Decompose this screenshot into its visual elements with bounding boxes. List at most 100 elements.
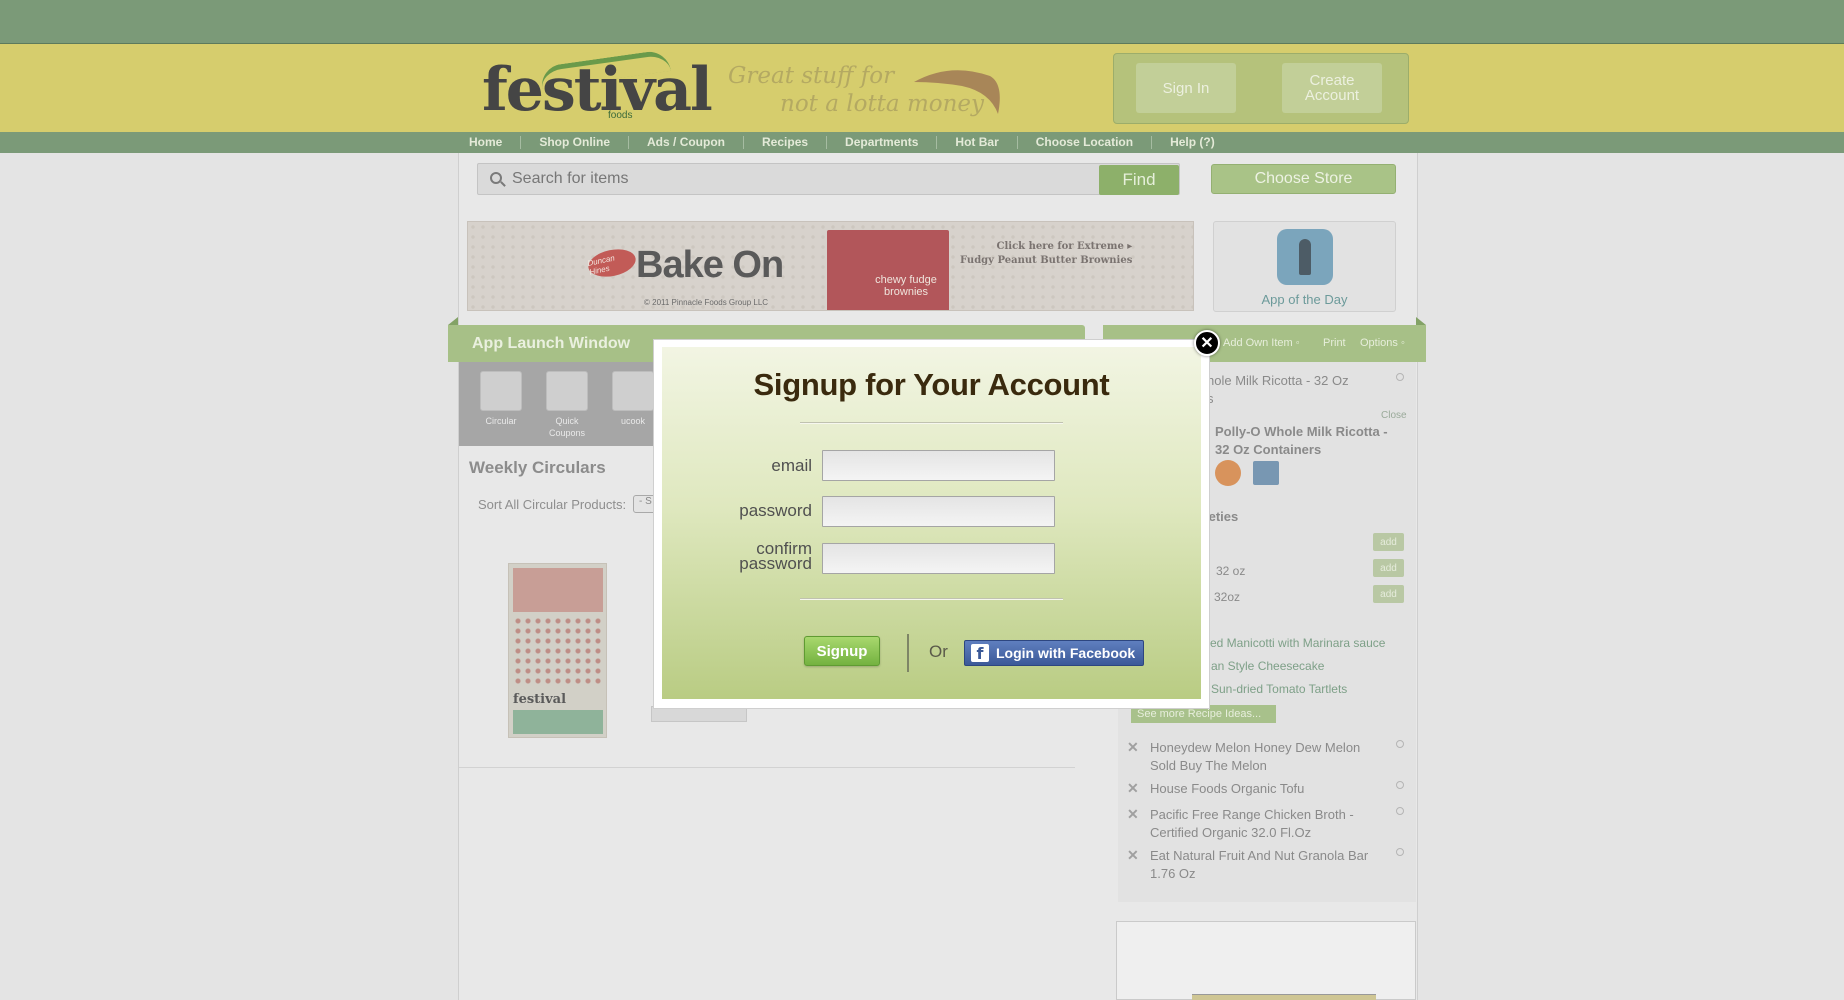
top-band xyxy=(0,0,1844,44)
list-item-partial[interactable]: hole Milk Ricotta - 32 Oz xyxy=(1207,372,1349,390)
nav-choose-location[interactable]: Choose Location xyxy=(1018,136,1153,149)
app-launch-tiles: Circular Quick Coupons ucook xyxy=(459,362,659,446)
circular-cover xyxy=(513,568,603,612)
festival-logo[interactable]: festival foods xyxy=(480,49,713,126)
app-tile-quick-coupons[interactable]: Quick Coupons xyxy=(545,371,589,439)
app-of-day-label: App of the Day xyxy=(1261,292,1348,307)
recipe-link[interactable]: Sun-dried Tomato Tartlets xyxy=(1211,682,1347,696)
options-label: Options xyxy=(1360,337,1398,349)
zoom-icon[interactable] xyxy=(1396,740,1404,748)
list-item-line1[interactable]: Honeydew Melon Honey Dew Melon xyxy=(1150,739,1360,757)
circular-icon xyxy=(480,371,522,411)
app-of-the-day[interactable]: App of the Day xyxy=(1213,221,1396,312)
choose-store-button[interactable]: Choose Store xyxy=(1211,164,1396,194)
password-field[interactable] xyxy=(822,496,1055,527)
modal-divider xyxy=(800,422,1063,424)
print-link[interactable]: Print xyxy=(1323,337,1346,349)
scissors-icon xyxy=(546,371,588,411)
sign-in-button[interactable]: Sign In xyxy=(1136,63,1236,113)
recipe-link[interactable]: ed Manicotti with Marinara sauce xyxy=(1210,636,1385,650)
ad-slot xyxy=(1116,921,1416,1000)
sun-badge-icon xyxy=(1215,460,1241,486)
banner-title: Bake On xyxy=(636,244,784,286)
ad-slot-strip xyxy=(1192,994,1376,1000)
modal-title: Signup for Your Account xyxy=(753,367,1110,402)
banner-cta-line2: Fudgy Peanut Butter Brownies xyxy=(960,255,1133,266)
add-own-item-link[interactable]: Add Own Item ◦ xyxy=(1223,337,1300,349)
banner-cta-line1: Click here for Extreme xyxy=(996,241,1124,252)
confirm-label-line2: password xyxy=(739,554,812,573)
tagline-line1: Great stuff for xyxy=(728,63,895,89)
circular-logo: festival xyxy=(513,692,567,707)
app-tile-ucook[interactable]: ucook xyxy=(611,371,655,427)
banner-cta[interactable]: Click here for Extreme ▸ Fudgy Peanut Bu… xyxy=(960,240,1132,268)
facebook-login-label: Login with Facebook xyxy=(996,645,1136,661)
nav-help[interactable]: Help (?) xyxy=(1152,136,1233,149)
detail-title-line1: Polly-O Whole Milk Ricotta - xyxy=(1215,424,1388,439)
app-launch-title: App Launch Window xyxy=(472,335,631,352)
nav-shop-online[interactable]: Shop Online xyxy=(521,136,630,149)
add-own-item-label: Add Own Item xyxy=(1223,337,1293,349)
add-button[interactable]: add xyxy=(1373,533,1404,551)
variety-row: 32oz xyxy=(1214,590,1241,604)
close-icon[interactable]: ✕ xyxy=(1194,330,1220,356)
auth-box: Sign In Create Account xyxy=(1113,53,1409,124)
list-item-line1[interactable]: Eat Natural Fruit And Nut Granola Bar xyxy=(1150,847,1368,865)
variety-row: 32 oz xyxy=(1216,564,1246,578)
search-input[interactable] xyxy=(512,167,1072,191)
list-item-line1[interactable]: Pacific Free Range Chicken Broth - xyxy=(1150,806,1354,824)
facebook-login-button[interactable]: f Login with Facebook xyxy=(964,640,1144,666)
ucook-icon xyxy=(612,371,654,411)
email-field[interactable] xyxy=(822,450,1055,481)
list-item-line1[interactable]: House Foods Organic Tofu xyxy=(1150,780,1304,798)
nav-home[interactable]: Home xyxy=(459,136,522,149)
banner-copyright: © 2011 Pinnacle Foods Group LLC xyxy=(644,298,769,307)
main-nav: Home Shop Online Ads / Coupon Recipes De… xyxy=(0,132,1844,153)
promo-banner[interactable]: Duncan Hines Bake On © 2011 Pinnacle Foo… xyxy=(467,221,1194,311)
circular-footer xyxy=(513,710,603,734)
zoom-icon[interactable] xyxy=(1396,781,1404,789)
nav-hot-bar[interactable]: Hot Bar xyxy=(937,136,1018,149)
list-item-line2: Sold Buy The Melon xyxy=(1150,758,1267,773)
add-button[interactable]: add xyxy=(1373,585,1404,603)
modal-divider xyxy=(800,598,1063,600)
divider xyxy=(459,767,1075,768)
password-label: password xyxy=(739,501,812,520)
app-tile-circular[interactable]: Circular xyxy=(479,371,523,427)
nav-recipes[interactable]: Recipes xyxy=(744,136,828,149)
nav-ads-coupon[interactable]: Ads / Coupon xyxy=(629,136,745,149)
zoom-icon[interactable] xyxy=(1396,373,1404,381)
logo-text: festival xyxy=(482,55,713,125)
remove-icon[interactable]: ✕ xyxy=(1127,780,1139,797)
zoom-icon[interactable] xyxy=(1396,807,1404,815)
confirm-password-field[interactable] xyxy=(822,543,1055,574)
remove-icon[interactable]: ✕ xyxy=(1127,847,1139,864)
circular-products xyxy=(513,616,603,688)
detail-close-link[interactable]: Close xyxy=(1381,410,1407,421)
signup-modal: Signup for Your Account email password c… xyxy=(662,347,1201,699)
signup-button[interactable]: Signup xyxy=(804,636,880,666)
sort-label: Sort All Circular Products: xyxy=(478,497,627,512)
app-tile-label: Circular xyxy=(485,416,517,426)
zoom-icon[interactable] xyxy=(1396,848,1404,856)
product-box-image: chewy fudge brownies xyxy=(827,230,949,310)
search-bar xyxy=(477,163,1180,195)
nav-departments[interactable]: Departments xyxy=(827,136,938,149)
or-label: Or xyxy=(929,642,948,661)
detail-title-line2: 32 Oz Containers xyxy=(1215,442,1322,457)
remove-icon[interactable]: ✕ xyxy=(1127,806,1139,823)
remove-icon[interactable]: ✕ xyxy=(1127,739,1139,756)
add-button[interactable]: add xyxy=(1373,559,1404,577)
app-tile-label: ucook xyxy=(620,416,646,426)
find-button[interactable]: Find xyxy=(1099,165,1179,195)
product-box-text: chewy fudge brownies xyxy=(875,274,937,298)
confirm-password-label: confirm password xyxy=(739,540,812,573)
app-tile-label: Quick Coupons xyxy=(548,416,586,438)
options-link[interactable]: Options ◦ xyxy=(1360,337,1405,349)
app-of-day-icon xyxy=(1277,229,1333,285)
circular-thumbnail[interactable]: festival xyxy=(508,563,607,738)
search-icon xyxy=(490,172,502,184)
logo-sub: foods xyxy=(608,110,633,121)
create-account-button[interactable]: Create Account xyxy=(1282,63,1382,113)
recipe-link[interactable]: an Style Cheesecake xyxy=(1211,659,1324,673)
